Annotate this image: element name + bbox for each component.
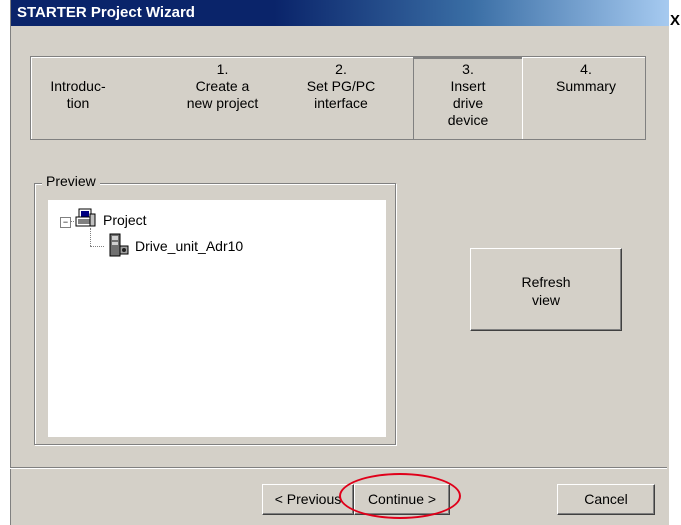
drive-unit-icon — [109, 233, 129, 257]
step-label: device — [447, 112, 489, 128]
tree-item-project[interactable]: Project — [103, 212, 147, 228]
step-label: new project — [186, 95, 259, 111]
step-label: drive — [452, 95, 484, 111]
step-introduction: Introduc- tion — [31, 57, 125, 139]
close-icon[interactable]: X — [670, 13, 681, 28]
window-title: STARTER Project Wizard — [11, 0, 669, 26]
step-insert-drive-device: 3. Insert drive device — [413, 57, 523, 139]
project-icon — [75, 208, 96, 227]
step-label: Summary — [556, 78, 616, 94]
refresh-view-button[interactable]: Refresh view — [470, 248, 622, 331]
collapse-icon[interactable]: − — [60, 217, 71, 228]
step-summary: 4. Summary — [531, 57, 641, 139]
refresh-button-label: view — [531, 292, 560, 308]
wizard-steps-bar: Introduc- tion 1. Create a new project 2… — [30, 56, 646, 140]
step-label: Set PG/PC — [306, 78, 376, 94]
step-label: interface — [314, 95, 368, 111]
step-create-project: 1. Create a new project — [155, 57, 290, 139]
step-label: Introduc- — [50, 78, 106, 94]
continue-highlight-annotation — [339, 473, 461, 519]
step-label: tion — [66, 95, 90, 111]
refresh-button-label: Refresh — [521, 274, 571, 290]
step-number: 3. — [462, 61, 474, 77]
step-label: Insert — [450, 78, 486, 94]
tree-connector — [90, 246, 104, 247]
tree-item-drive-unit[interactable]: Drive_unit_Adr10 — [135, 238, 243, 254]
step-number: 2. — [335, 61, 347, 77]
step-number: 4. — [580, 61, 592, 77]
step-number: 1. — [216, 61, 229, 77]
project-tree[interactable]: − Project Drive_unit_Adr10 — [48, 200, 386, 437]
tree-connector — [90, 228, 91, 246]
step-set-pgpc-interface: 2. Set PG/PC interface — [281, 57, 401, 139]
bottom-separator — [10, 467, 667, 469]
step-label: Create a — [195, 78, 250, 94]
cancel-button[interactable]: Cancel — [557, 484, 655, 515]
step-number — [31, 61, 125, 78]
preview-legend: Preview — [42, 173, 100, 189]
